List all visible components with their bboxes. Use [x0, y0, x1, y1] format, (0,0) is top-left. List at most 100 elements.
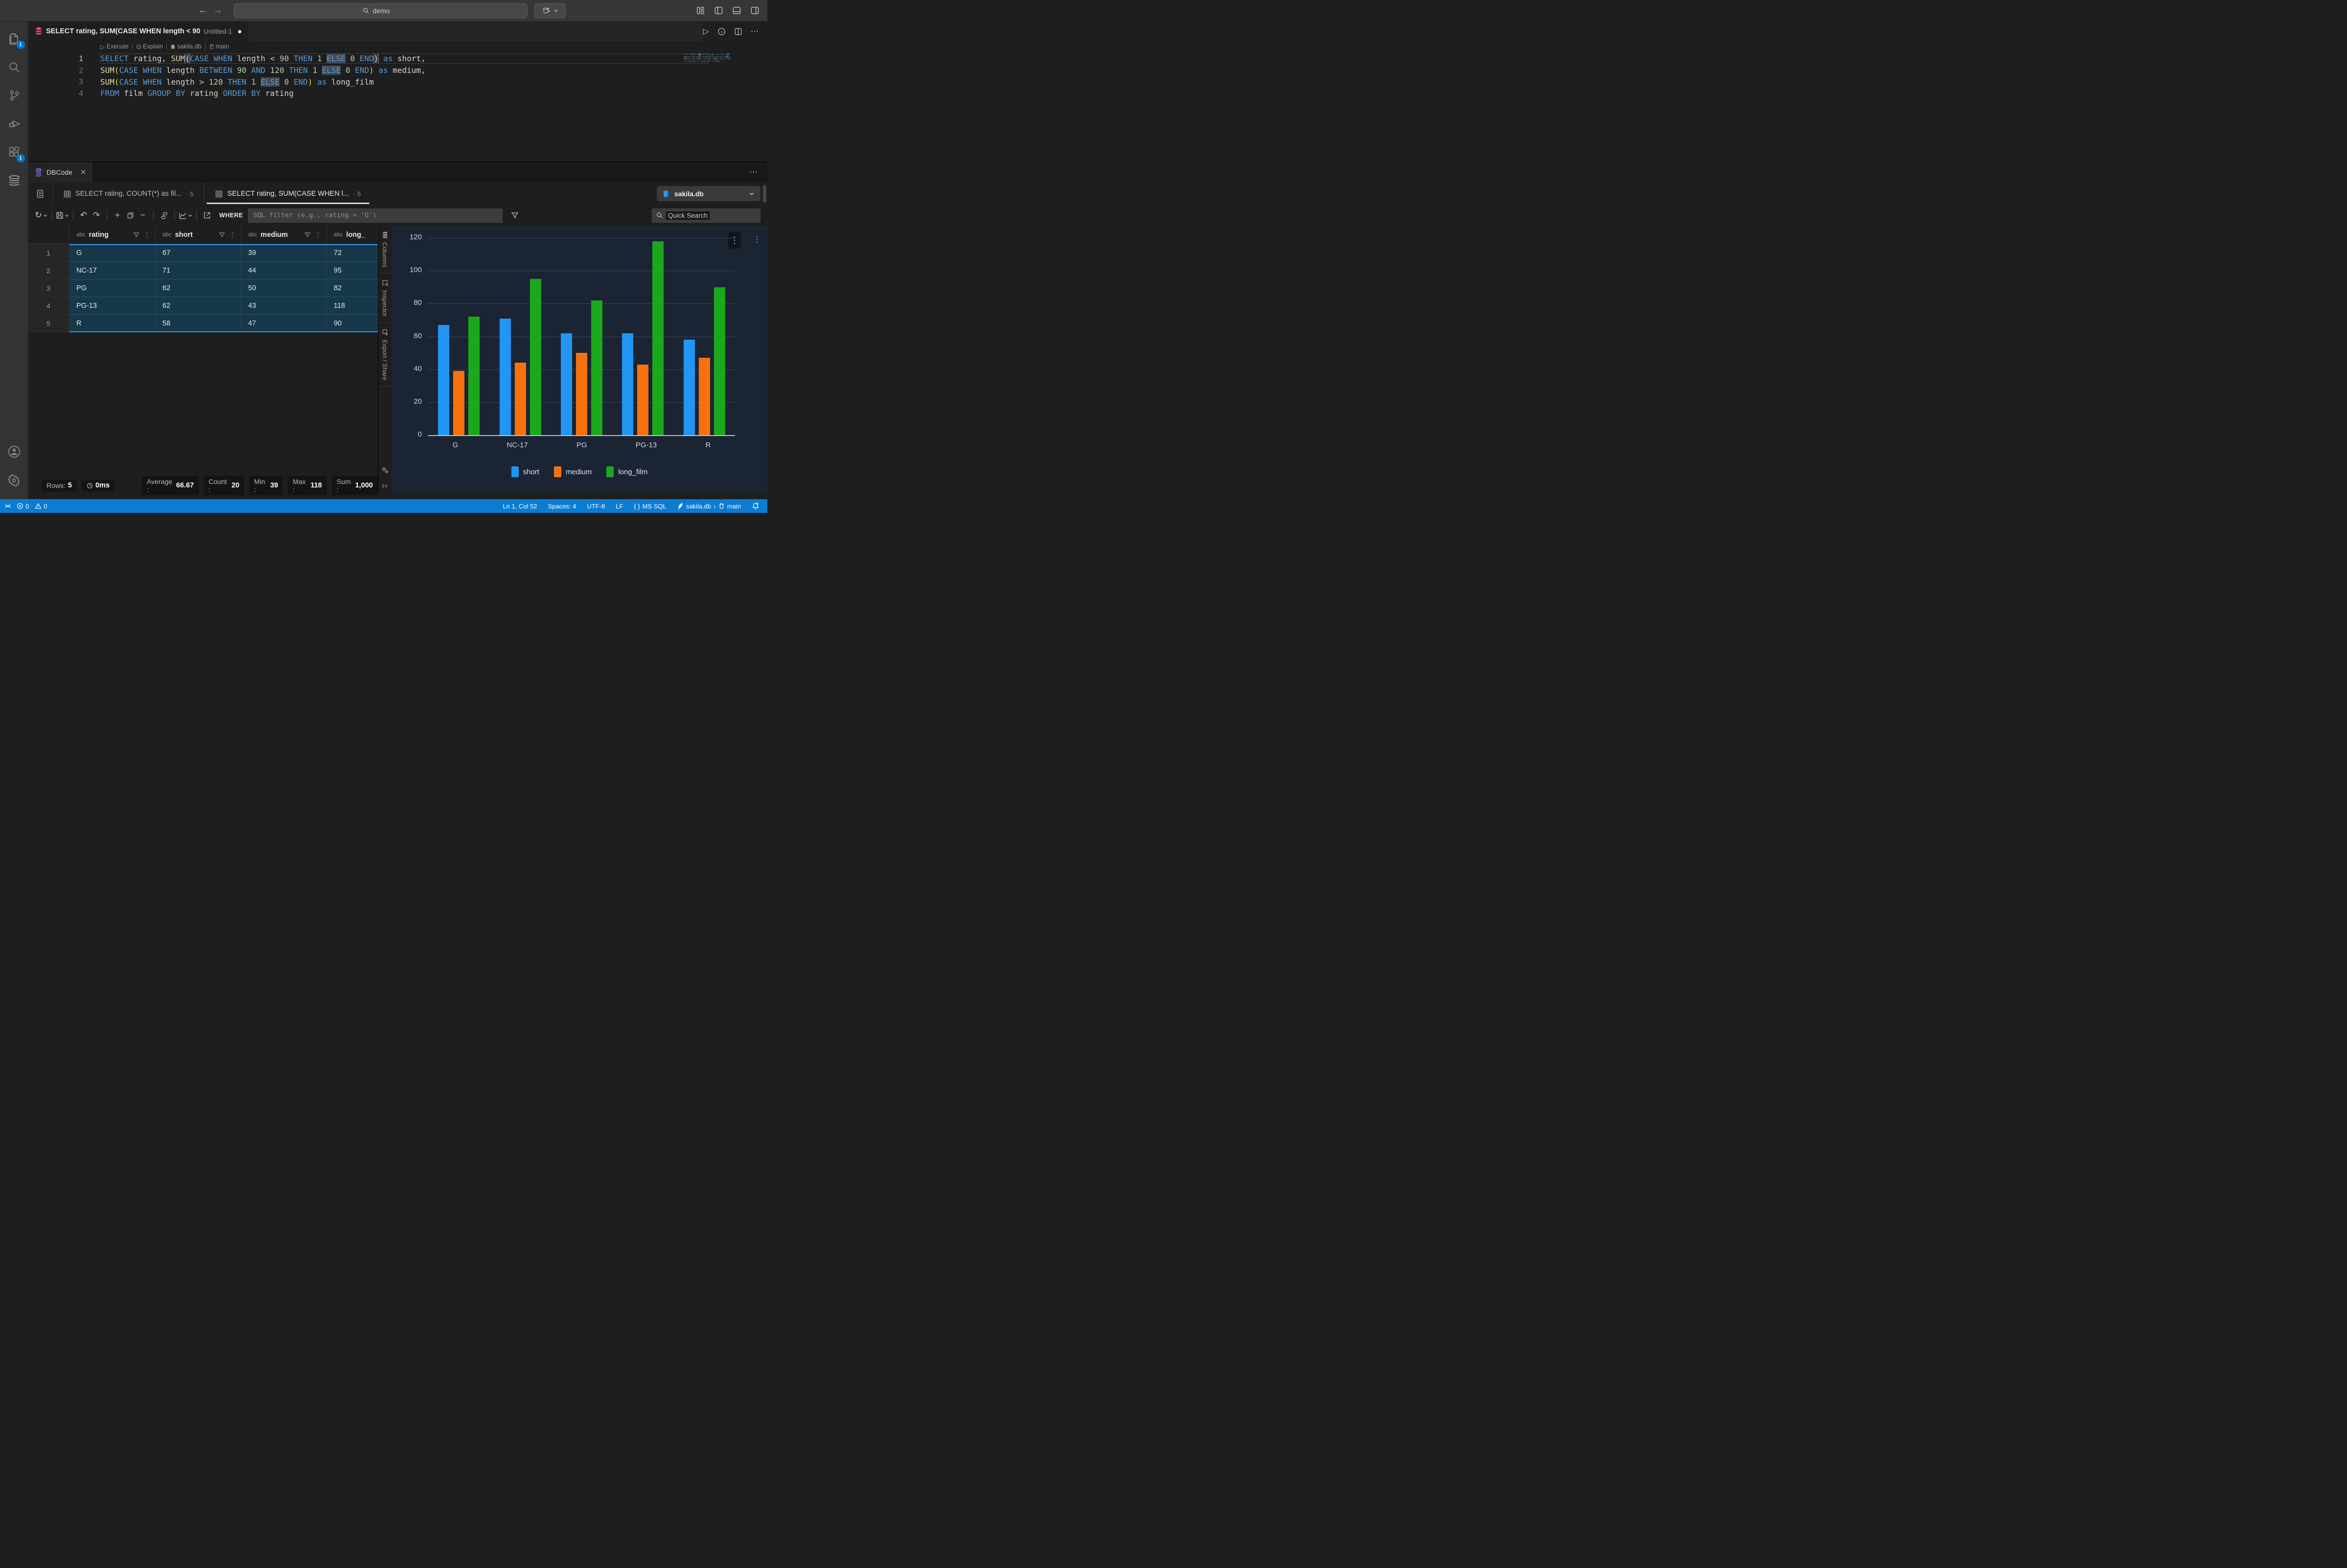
- codelens-database[interactable]: sakila.db: [170, 43, 201, 50]
- remote-indicator-icon[interactable]: ><: [5, 503, 10, 509]
- table-row[interactable]: 1G673972: [28, 244, 378, 262]
- settings-button[interactable]: [2, 468, 26, 492]
- indentation[interactable]: Spaces: 4: [548, 503, 576, 510]
- toggle-sidebar-icon[interactable]: [714, 6, 723, 15]
- funnel-icon[interactable]: [304, 231, 311, 238]
- toggle-secondary-sidebar-icon[interactable]: [750, 6, 759, 15]
- table-cell[interactable]: 71: [156, 262, 241, 279]
- tab-export-share[interactable]: Export / Share: [378, 323, 391, 387]
- modified-dot-icon[interactable]: ●: [237, 27, 242, 36]
- redo-button[interactable]: ↷: [90, 208, 103, 222]
- account-button[interactable]: [2, 439, 26, 464]
- table-cell[interactable]: G: [69, 244, 156, 262]
- result-list-icon[interactable]: [28, 183, 52, 205]
- code-line[interactable]: 3SUM(CASE WHEN length > 120 THEN 1 ELSE …: [28, 76, 767, 88]
- run-query-icon[interactable]: ▷: [703, 26, 709, 36]
- cursor-position[interactable]: Ln 1, Col 52: [503, 503, 537, 510]
- sidebar-item-search[interactable]: [2, 55, 26, 79]
- sql-filter-input[interactable]: [248, 208, 503, 223]
- table-cell[interactable]: 58: [156, 315, 241, 332]
- row-number[interactable]: 5: [28, 315, 69, 332]
- column-header-medium[interactable]: abcmedium⋮: [241, 226, 327, 244]
- quick-search-input[interactable]: Quick Search: [652, 208, 760, 223]
- result-tab-2[interactable]: SELECT rating, SUM(CASE WHEN l... · 5: [204, 183, 371, 205]
- row-number[interactable]: 1: [28, 244, 69, 262]
- language-mode[interactable]: { }MS SQL: [634, 503, 666, 510]
- table-cell[interactable]: 67: [156, 244, 241, 262]
- copilot-button[interactable]: [534, 3, 566, 18]
- eol[interactable]: LF: [616, 503, 623, 510]
- toggle-panel-icon[interactable]: [732, 6, 741, 15]
- result-tab-1[interactable]: SELECT rating, COUNT(*) as fil... · 5: [52, 183, 204, 205]
- codelens-branch[interactable]: main: [209, 43, 229, 50]
- row-number[interactable]: 2: [28, 262, 69, 279]
- sidebar-item-database[interactable]: [2, 168, 26, 193]
- table-cell[interactable]: 47: [241, 315, 327, 332]
- tab-inspector[interactable]: Inspector: [378, 274, 391, 323]
- tab-columns[interactable]: Columns: [378, 226, 391, 274]
- sparkle-icon[interactable]: [381, 466, 389, 474]
- column-menu-icon[interactable]: ⋮: [143, 231, 150, 239]
- table-cell[interactable]: 39: [241, 244, 327, 262]
- table-cell[interactable]: 43: [241, 297, 327, 315]
- table-row[interactable]: 5R584790: [28, 315, 378, 332]
- panel-tab-dbcode[interactable]: DBCode ✕: [28, 162, 92, 183]
- table-cell[interactable]: 82: [327, 279, 378, 297]
- table-row[interactable]: 2NC-17714495: [28, 262, 378, 279]
- column-menu-icon[interactable]: ⋮: [315, 231, 322, 239]
- command-center-search[interactable]: [234, 3, 528, 18]
- column-header-short[interactable]: abcshort⋮: [156, 226, 241, 244]
- column-menu-icon[interactable]: ⋮: [229, 231, 236, 239]
- save-button[interactable]: [56, 208, 69, 222]
- codelens-explain[interactable]: Explain: [136, 43, 163, 50]
- column-header-long[interactable]: abclong_: [327, 226, 378, 244]
- bell-icon[interactable]: [752, 502, 759, 510]
- table-cell[interactable]: 44: [241, 262, 327, 279]
- close-icon[interactable]: ✕: [80, 168, 87, 177]
- table-cell[interactable]: 62: [156, 297, 241, 315]
- table-cell[interactable]: 118: [327, 297, 378, 315]
- funnel-icon[interactable]: [219, 231, 225, 238]
- editor-tab-active[interactable]: SELECT rating, SUM(CASE WHEN length < 90…: [28, 22, 249, 41]
- chart-button[interactable]: [179, 208, 192, 222]
- split-editor-icon[interactable]: [734, 27, 742, 36]
- table-cell[interactable]: PG: [69, 279, 156, 297]
- code-line[interactable]: 4FROM film GROUP BY rating ORDER BY rati…: [28, 88, 767, 99]
- add-row-button[interactable]: +: [111, 208, 124, 222]
- table-cell[interactable]: 95: [327, 262, 378, 279]
- table-cell[interactable]: 90: [327, 315, 378, 332]
- minimap[interactable]: SELECT rating, SUM(CASE WHEN length < 90…: [684, 53, 731, 97]
- table-cell[interactable]: R: [69, 315, 156, 332]
- table-cell[interactable]: PG-13: [69, 297, 156, 315]
- codelens-execute[interactable]: ▷Execute: [100, 43, 129, 50]
- collapse-icon[interactable]: [382, 483, 389, 489]
- forward-button[interactable]: →: [210, 5, 225, 16]
- code-line[interactable]: 1SELECT rating, SUM(CASE WHEN length < 9…: [28, 53, 767, 65]
- export-button[interactable]: [201, 208, 213, 222]
- code-editor[interactable]: 1SELECT rating, SUM(CASE WHEN length < 9…: [28, 52, 767, 161]
- table-row[interactable]: 4PG-136243118: [28, 297, 378, 315]
- back-button[interactable]: ←: [196, 5, 210, 16]
- column-header-rating[interactable]: abcrating⋮: [69, 226, 156, 244]
- more-actions-icon[interactable]: ⋯: [751, 26, 759, 36]
- scrollbar-thumb[interactable]: [763, 185, 766, 203]
- db-connection[interactable]: sakila.db › main: [677, 502, 741, 510]
- delete-row-button[interactable]: −: [137, 208, 149, 222]
- sidebar-item-extensions[interactable]: 1: [2, 140, 26, 164]
- refresh-button[interactable]: ↻: [35, 208, 47, 222]
- panel-more-icon[interactable]: ⋯: [749, 162, 767, 183]
- sidebar-item-explorer[interactable]: 1: [2, 26, 26, 51]
- info-icon[interactable]: [717, 27, 726, 36]
- filter-button[interactable]: [508, 208, 521, 222]
- sidebar-item-run-debug[interactable]: [2, 112, 26, 136]
- database-selector[interactable]: sakila.db: [657, 186, 760, 201]
- undo-button[interactable]: ↶: [77, 208, 90, 222]
- row-number[interactable]: 4: [28, 297, 69, 315]
- row-number[interactable]: 3: [28, 279, 69, 297]
- relations-button[interactable]: [158, 208, 170, 222]
- table-cell[interactable]: NC-17: [69, 262, 156, 279]
- command-center-input[interactable]: [373, 7, 399, 15]
- table-cell[interactable]: 62: [156, 279, 241, 297]
- table-row[interactable]: 3PG625082: [28, 279, 378, 297]
- duplicate-row-button[interactable]: [124, 208, 137, 222]
